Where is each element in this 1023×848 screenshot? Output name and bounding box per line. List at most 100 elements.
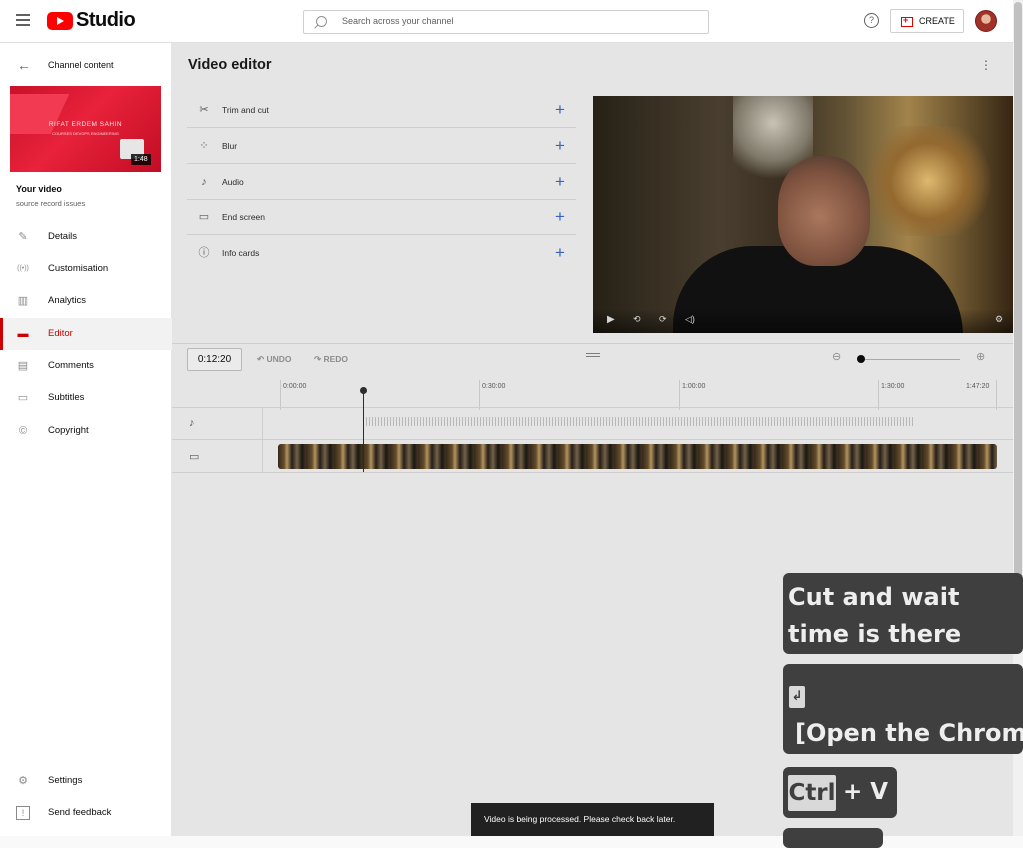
caption-text: Cut and wait time is there (788, 583, 962, 648)
tool-trim-and-cut[interactable]: ✂ Trim and cut + (187, 92, 576, 128)
create-label: CREATE (919, 16, 955, 26)
sidebar-item-label: Comments (48, 360, 94, 371)
track-separator (172, 472, 1013, 473)
sidebar-item-label: Subtitles (48, 392, 85, 403)
tool-blur[interactable]: ⁘ Blur + (187, 128, 576, 164)
ruler-label: 1:00:00 (682, 383, 706, 390)
create-button[interactable]: CREATE (890, 9, 964, 33)
typed-text: [Open the Chrome (795, 719, 1023, 747)
video-filmstrip[interactable] (278, 444, 997, 469)
tool-label: Info cards (222, 248, 260, 258)
back-arrow-icon: ← (17, 57, 31, 73)
sidebar-item-label: Customisation (48, 263, 109, 274)
help-icon[interactable]: ? (864, 13, 879, 28)
thumbnail-name: RIFAT ERDEM SAHIN (48, 121, 123, 128)
rewind-10-icon[interactable]: ⟲ (633, 314, 641, 325)
subtitles-icon: ▭ (17, 392, 29, 404)
video-title: source record issues (16, 199, 86, 208)
ruler-tick (996, 380, 997, 410)
sidebar: ← Channel content RIFAT ERDEM SAHIN COUR… (0, 43, 172, 836)
comments-icon: ▤ (17, 360, 29, 372)
more-options-icon[interactable]: ⋮ (980, 58, 992, 72)
redo-button[interactable]: ↷ REDO (314, 354, 348, 365)
sidebar-item-copyright[interactable]: © Copyright (0, 415, 172, 447)
sidebar-item-comments[interactable]: ▤ Comments (0, 350, 172, 382)
zoom-slider-thumb[interactable] (857, 355, 865, 363)
video-camera-icon: ▭ (189, 451, 200, 463)
music-note-icon: ♪ (189, 417, 195, 429)
sidebar-item-label: Details (48, 231, 78, 242)
play-icon[interactable]: ▶ (607, 314, 615, 325)
video-duration-badge: 1:48 (131, 154, 151, 165)
info-icon: ⓘ (198, 247, 210, 259)
sidebar-item-analytics[interactable]: ▥ Analytics (0, 285, 172, 317)
music-note-icon: ♪ (201, 176, 207, 188)
sidebar-item-subtitles[interactable]: ▭ Subtitles (0, 382, 172, 414)
sidebar-item-details[interactable]: ✎ Details (0, 221, 172, 253)
tool-info-cards[interactable]: ⓘ Info cards + (187, 235, 576, 271)
pencil-icon: ✎ (18, 231, 28, 243)
playhead[interactable] (363, 391, 364, 472)
avatar[interactable] (975, 10, 997, 32)
audio-waveform[interactable] (363, 417, 915, 426)
track-separator (172, 439, 1013, 440)
video-preview[interactable]: ▶ ⟲ ⟳ ◁) ⚙ (593, 96, 1013, 333)
undo-label: UNDO (266, 354, 292, 364)
feedback-icon: ! (16, 806, 30, 820)
search-icon (316, 16, 327, 27)
volume-icon[interactable]: ◁) (685, 314, 695, 325)
tool-audio[interactable]: ♪ Audio + (187, 164, 576, 200)
blur-icon: ⁘ (199, 140, 209, 152)
search-input[interactable]: Search across your channel (303, 10, 709, 34)
sidebar-item-settings[interactable]: ⚙ Settings (0, 765, 172, 797)
forward-10-icon[interactable]: ⟳ (659, 314, 667, 325)
preview-light (863, 126, 993, 236)
shortcut-overlay: Ctrl + V (783, 767, 897, 818)
ruler-tick (280, 380, 281, 410)
app-title[interactable]: Studio (76, 9, 136, 32)
sidebar-item-label: Settings (48, 775, 83, 786)
add-icon[interactable]: + (555, 207, 565, 227)
your-video-heading: Your video (16, 184, 62, 194)
timeline-divider (172, 343, 1013, 344)
sidebar-item-send-feedback[interactable]: ! Send feedback (0, 797, 172, 829)
end-screen-icon: ▭ (198, 211, 210, 223)
zoom-out-icon[interactable]: ⊖ (832, 350, 841, 363)
ruler-label: 0:30:00 (482, 383, 506, 390)
create-video-icon (901, 15, 913, 27)
ruler-label: 0:00:00 (283, 383, 307, 390)
add-icon[interactable]: + (555, 172, 565, 192)
add-icon[interactable]: + (555, 136, 565, 156)
caption-overlay: Cut and wait time is there (783, 573, 1023, 654)
zoom-in-icon[interactable]: ⊕ (976, 350, 985, 363)
clapperboard-icon: ▬ (17, 328, 29, 340)
ruler-tick (878, 380, 879, 410)
gear-icon[interactable]: ⚙ (995, 314, 1003, 325)
sidebar-item-editor[interactable]: ▬ Editor (0, 318, 172, 350)
analytics-icon: ▥ (17, 295, 29, 307)
gear-icon: ⚙ (18, 775, 28, 787)
ruler-tick (479, 380, 480, 410)
add-icon[interactable]: + (555, 243, 565, 263)
tool-label: Blur (222, 141, 238, 151)
playhead-handle[interactable] (360, 387, 367, 394)
current-time-field[interactable]: 0:12:20 (187, 348, 242, 371)
youtube-logo-icon[interactable] (47, 12, 73, 30)
copyright-icon: © (18, 425, 28, 437)
snackbar: Video is being processed. Please check b… (471, 803, 714, 836)
track-header-divider (262, 408, 263, 472)
sidebar-item-label: Editor (48, 328, 73, 339)
menu-icon[interactable] (16, 14, 30, 26)
scrollbar-thumb[interactable] (1014, 2, 1022, 580)
sidebar-item-customisation[interactable]: ((•)) Customisation (0, 253, 172, 285)
add-icon[interactable]: + (555, 100, 565, 120)
enter-key: ↲ (789, 686, 805, 708)
player-controls: ▶ ⟲ ⟳ ◁) ⚙ (593, 309, 1013, 333)
resize-handle[interactable] (586, 353, 600, 357)
zoom-slider-track[interactable] (860, 359, 960, 360)
tool-label: End screen (222, 212, 265, 222)
undo-button[interactable]: ↶ UNDO (257, 354, 292, 365)
tool-end-screen[interactable]: ▭ End screen + (187, 199, 576, 235)
back-to-channel-content[interactable]: ← Channel content (0, 51, 172, 77)
plus-v-keys: + V (843, 779, 889, 805)
